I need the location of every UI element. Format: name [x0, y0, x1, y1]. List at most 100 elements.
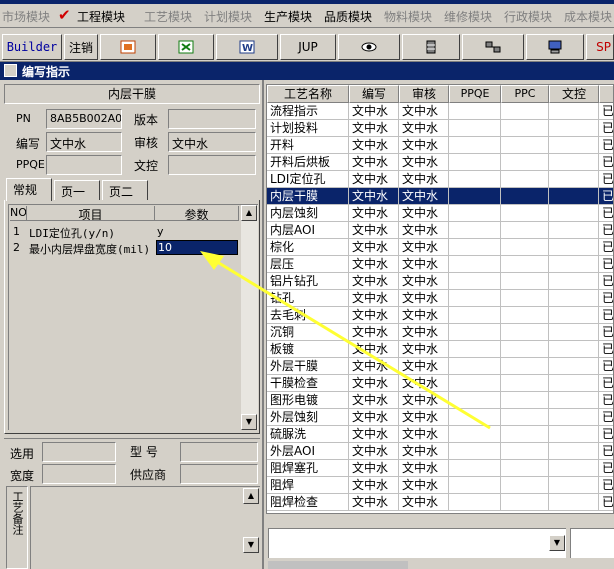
- cell-reviewer: 文中水: [399, 154, 449, 171]
- cell-ppc: [501, 494, 549, 511]
- cell-reviewer: 文中水: [399, 426, 449, 443]
- col-header-doc-control[interactable]: 文控: [549, 85, 599, 103]
- process-row[interactable]: 内层干膜 文中水 文中水已: [267, 188, 613, 205]
- pn-label: PN: [16, 112, 31, 125]
- cell-ppc: [501, 256, 549, 273]
- process-row[interactable]: 去毛刺 文中水 文中水已: [267, 307, 613, 324]
- process-row[interactable]: 流程指示 文中水 文中水已: [267, 103, 613, 120]
- process-row[interactable]: 层压 文中水 文中水已: [267, 256, 613, 273]
- col-header-ppqe[interactable]: PPQE: [449, 85, 501, 103]
- param-value-input[interactable]: 10: [156, 240, 238, 255]
- powerpoint-export-button[interactable]: [100, 34, 156, 60]
- process-row[interactable]: 外层蚀刻 文中水 文中水已: [267, 409, 613, 426]
- process-row[interactable]: 板镀 文中水 文中水已: [267, 341, 613, 358]
- process-row[interactable]: 阻焊 文中水 文中水已: [267, 477, 613, 494]
- process-row[interactable]: 阻焊塞孔 文中水 文中水已: [267, 460, 613, 477]
- tab-page-one[interactable]: 页一: [54, 180, 100, 200]
- process-row[interactable]: LDI定位孔 文中水 文中水已: [267, 171, 613, 188]
- menu-process[interactable]: 工艺模块: [144, 8, 192, 25]
- menu-engineering[interactable]: 工程模块: [77, 8, 125, 25]
- scroll-down-icon[interactable]: ▼: [243, 537, 259, 553]
- cell-ppqe: [449, 273, 501, 290]
- process-row[interactable]: 沉铜 文中水 文中水已: [267, 324, 613, 341]
- param-row-value[interactable]: y: [157, 225, 237, 238]
- process-row[interactable]: 外层AOI 文中水 文中水已: [267, 443, 613, 460]
- tab-general[interactable]: 常规: [6, 178, 52, 201]
- menu-market[interactable]: 市场模块: [2, 8, 50, 25]
- cell-process-name: 阻焊检查: [267, 494, 349, 511]
- menu-production[interactable]: 生产模块: [264, 8, 312, 25]
- col-header-status[interactable]: [599, 85, 613, 103]
- tab-page-two[interactable]: 页二: [102, 180, 148, 200]
- process-row[interactable]: 开料后烘板 文中水 文中水已: [267, 154, 613, 171]
- process-row[interactable]: 铝片钻孔 文中水 文中水已: [267, 273, 613, 290]
- process-row[interactable]: 阻焊检查 文中水 文中水已: [267, 494, 613, 511]
- col-header-reviewer[interactable]: 审核: [399, 85, 449, 103]
- notes-textarea[interactable]: ▲ ▼: [30, 486, 260, 569]
- process-row[interactable]: 棕化 文中水 文中水已: [267, 239, 613, 256]
- cell-author: 文中水: [349, 375, 399, 392]
- module-menu-bar: 市场模块 ✔ 工程模块 工艺模块 计划模块 生产模块 品质模块 物料模块 维修模…: [0, 4, 614, 28]
- aux-field[interactable]: [570, 528, 614, 558]
- model-field[interactable]: [180, 442, 258, 462]
- process-row[interactable]: 干膜检查 文中水 文中水已: [267, 375, 613, 392]
- word-export-button[interactable]: W: [216, 34, 278, 60]
- preview-button[interactable]: [338, 34, 400, 60]
- author-field[interactable]: 文中水: [46, 132, 122, 152]
- cell-doc-control: [549, 460, 599, 477]
- logout-button[interactable]: 注销: [64, 34, 98, 60]
- cell-ppqe: [449, 120, 501, 137]
- process-row[interactable]: 硫脲洗 文中水 文中水已: [267, 426, 613, 443]
- network-button[interactable]: [462, 34, 524, 60]
- width-field[interactable]: [42, 464, 116, 484]
- scroll-up-icon[interactable]: ▲: [241, 205, 257, 221]
- reviewer-field[interactable]: 文中水: [168, 132, 256, 152]
- cell-status: 已: [599, 409, 613, 426]
- doc-control-field[interactable]: [168, 155, 256, 175]
- scroll-up-icon[interactable]: ▲: [243, 488, 259, 504]
- database-button[interactable]: [402, 34, 460, 60]
- col-header-ppc[interactable]: PPC: [501, 85, 549, 103]
- process-row[interactable]: 开料 文中水 文中水已: [267, 137, 613, 154]
- process-row[interactable]: 钻孔 文中水 文中水已: [267, 290, 613, 307]
- width-label: 宽度: [10, 469, 35, 483]
- menu-maintenance[interactable]: 维修模块: [444, 8, 492, 25]
- cell-reviewer: 文中水: [399, 256, 449, 273]
- menu-cost[interactable]: 成本模块: [564, 8, 612, 25]
- menu-quality[interactable]: 品质模块: [324, 8, 372, 25]
- sp-button[interactable]: SP: [586, 34, 614, 60]
- menu-planning[interactable]: 计划模块: [204, 8, 252, 25]
- jump-button[interactable]: JUP: [280, 34, 336, 60]
- scroll-down-icon[interactable]: ▼: [241, 414, 257, 430]
- dropdown-arrow-icon[interactable]: ▼: [549, 535, 565, 551]
- process-row[interactable]: 外层干膜 文中水 文中水已: [267, 358, 613, 375]
- eye-icon: [361, 42, 377, 52]
- process-note-field[interactable]: ▼: [268, 528, 566, 558]
- cell-reviewer: 文中水: [399, 307, 449, 324]
- cell-process-name: 外层AOI: [267, 443, 349, 460]
- version-field[interactable]: [168, 109, 256, 129]
- col-header-process[interactable]: 工艺名称: [267, 85, 349, 103]
- select-field[interactable]: [42, 442, 116, 462]
- menu-material[interactable]: 物料模块: [384, 8, 432, 25]
- cell-reviewer: 文中水: [399, 324, 449, 341]
- cell-status: 已: [599, 341, 613, 358]
- pn-field[interactable]: 8AB5B002A0: [46, 109, 122, 129]
- process-row[interactable]: 内层AOI 文中水 文中水已: [267, 222, 613, 239]
- ppqe-field[interactable]: [46, 155, 122, 175]
- col-header-author[interactable]: 编写: [349, 85, 399, 103]
- process-row[interactable]: 图形电镀 文中水 文中水已: [267, 392, 613, 409]
- param-header-value: 参数: [155, 206, 239, 221]
- cell-author: 文中水: [349, 154, 399, 171]
- cell-ppqe: [449, 426, 501, 443]
- supplier-field[interactable]: [180, 464, 258, 484]
- builder-button[interactable]: Builder: [2, 34, 62, 60]
- menu-admin[interactable]: 行政模块: [504, 8, 552, 25]
- cell-doc-control: [549, 188, 599, 205]
- cell-author: 文中水: [349, 477, 399, 494]
- excel-export-button[interactable]: [158, 34, 214, 60]
- param-grid-scrollbar[interactable]: ▲ ▼: [241, 205, 258, 430]
- computer-button[interactable]: [526, 34, 584, 60]
- process-row[interactable]: 内层蚀刻 文中水 文中水已: [267, 205, 613, 222]
- process-row[interactable]: 计划投料 文中水 文中水已: [267, 120, 613, 137]
